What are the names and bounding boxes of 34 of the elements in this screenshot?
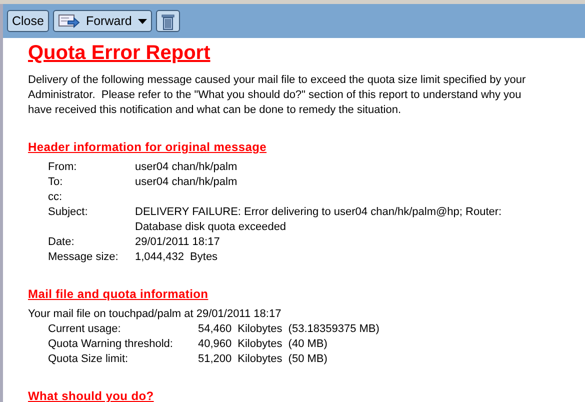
quota-unit: Kilobytes <box>238 337 282 352</box>
section-heading: Mail file and quota information <box>28 287 210 302</box>
field-label: Subject: <box>48 205 89 220</box>
delete-button[interactable] <box>156 10 180 32</box>
field-value: 29/01/2011 18:17 <box>135 235 221 250</box>
field-value: DELIVERY FAILURE: Error delivering to user04 chan/hk/palm@hp; Router: Database disk quota exceeded <box>135 205 503 235</box>
caret-icon <box>138 18 147 24</box>
trash-icon <box>162 14 174 30</box>
close-button[interactable]: Close <box>7 10 49 32</box>
forward-icon <box>58 14 80 28</box>
field-value: user04 chan/hk/palm <box>135 175 238 190</box>
quota-label: Quota Warning threshold: <box>48 337 174 352</box>
quota-note: (50 MB) <box>288 352 328 367</box>
quota-amount: 51,200 <box>198 352 232 367</box>
report-title: Quota Error Report <box>28 41 212 65</box>
quota-label: Quota Size limit: <box>48 352 130 367</box>
quota-label: Current usage: <box>48 322 122 337</box>
field-value: 1,044,432 Bytes <box>135 250 219 265</box>
forward-button[interactable]: Forward <box>52 10 152 32</box>
field-label: Message size: <box>48 250 120 265</box>
field-label: To: <box>48 175 64 190</box>
quota-unit: Kilobytes <box>238 322 282 337</box>
field-label: Date: <box>48 235 76 250</box>
quota-amount: 40,960 <box>198 337 232 352</box>
quota-note: (40 MB) <box>288 337 328 352</box>
quota-unit: Kilobytes <box>238 352 282 367</box>
field-label: cc: <box>48 190 64 205</box>
section-heading: Header information for original message <box>28 140 268 155</box>
quota-note: (53.18359375 MB) <box>288 322 380 337</box>
quota-amount: 54,460 <box>198 322 232 337</box>
quota-summary: Your mail file on touchpad/palm at 29/01/2011 18:17 <box>28 307 282 322</box>
field-label: From: <box>48 160 78 175</box>
field-value: user04 chan/hk/palm <box>135 160 238 175</box>
intro-paragraph: Delivery of the following message caused your mail file to exceed the quota size limit specified by your Administrator. Please refer to the "What you should do?" section of this report to understand why you have received this notification and what can be done to remedy the situation. <box>28 73 527 118</box>
